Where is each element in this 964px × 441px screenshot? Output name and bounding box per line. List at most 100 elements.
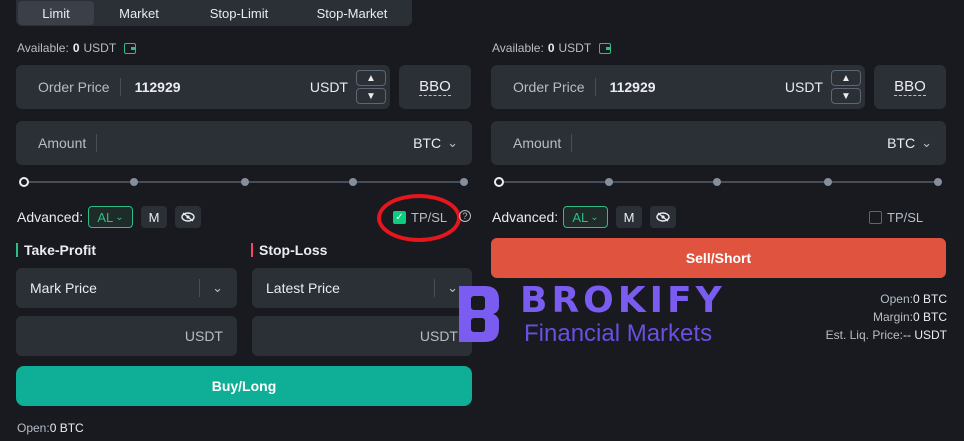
divider	[571, 134, 573, 152]
chevron-down-icon: ⌄	[212, 280, 223, 295]
sl-price-input[interactable]: USDT	[252, 316, 472, 356]
m-label: M	[623, 209, 635, 225]
sell-amount-slider[interactable]	[494, 176, 944, 188]
buy-open-info: Open:0 BTC	[17, 421, 84, 435]
transfer-icon[interactable]	[599, 42, 612, 54]
slider-mark-25[interactable]	[130, 178, 138, 186]
transfer-icon[interactable]	[124, 42, 137, 54]
sell-short-button[interactable]: Sell/Short	[491, 238, 946, 278]
help-icon[interactable]: ?	[459, 210, 471, 222]
increment-button[interactable]: ▲	[356, 70, 386, 86]
sell-liq-info: Est. Liq. Price:-- USDT	[826, 328, 947, 342]
tp-trigger-value: Mark Price	[30, 280, 97, 296]
margin-value: 0 BTC	[912, 310, 947, 324]
sl-trigger-value: Latest Price	[266, 280, 340, 296]
sell-margin-info: Margin:0 BTC	[873, 310, 947, 324]
slider-mark-100[interactable]	[934, 178, 942, 186]
sell-amount-field[interactable]: Amount BTC ⌄	[491, 121, 946, 165]
decrement-button[interactable]: ▼	[356, 88, 386, 104]
buy-bbo-button[interactable]: BBO	[399, 65, 471, 109]
open-label: Open:	[17, 421, 50, 435]
slider-mark-100[interactable]	[460, 178, 468, 186]
tp-trigger-dropdown[interactable]: Mark Price ⌄	[16, 268, 237, 308]
tab-stop-limit[interactable]: Stop-Limit	[184, 1, 294, 25]
order-price-unit: USDT	[784, 79, 823, 95]
available-value: 0	[547, 41, 555, 55]
slider-handle[interactable]	[19, 177, 29, 187]
buy-eye-button[interactable]	[175, 206, 201, 228]
divider	[594, 78, 596, 96]
sell-al-dropdown[interactable]: AL ⌄	[563, 206, 608, 228]
buy-amount-slider[interactable]	[19, 176, 470, 188]
divider	[96, 134, 98, 152]
buy-long-button[interactable]: Buy/Long	[16, 366, 472, 406]
sell-open-info: Open:0 BTC	[880, 292, 947, 306]
buy-advanced-label: Advanced:	[17, 209, 84, 225]
available-unit: USDT	[558, 41, 592, 55]
buy-al-dropdown[interactable]: AL ⌄	[88, 206, 133, 228]
chevron-down-icon[interactable]: ⌄	[921, 135, 932, 151]
order-price-value[interactable]: 112929	[135, 79, 181, 95]
divider	[119, 78, 121, 96]
slider-mark-50[interactable]	[241, 178, 249, 186]
sell-order-price-field[interactable]: Order Price 112929 USDT ▲ ▼	[491, 65, 865, 109]
slider-mark-75[interactable]	[824, 178, 832, 186]
tp-price-input[interactable]: USDT	[16, 316, 237, 356]
liq-value: -- USDT	[903, 328, 947, 342]
slider-mark-75[interactable]	[349, 178, 357, 186]
order-price-value[interactable]: 112929	[610, 79, 656, 95]
al-label: AL	[572, 209, 589, 225]
sell-advanced-label: Advanced:	[492, 209, 559, 225]
buy-m-button[interactable]: M	[141, 206, 167, 228]
bbo-label: BBO	[894, 77, 926, 96]
slider-handle[interactable]	[494, 177, 504, 187]
buy-amount-field[interactable]: Amount BTC ⌄	[16, 121, 472, 165]
sell-bbo-button[interactable]: BBO	[874, 65, 946, 109]
tpsl-checkbox[interactable]	[869, 211, 882, 224]
amount-unit[interactable]: BTC	[887, 135, 915, 151]
sell-tpsl-toggle[interactable]: TP/SL	[869, 210, 923, 225]
price-stepper: ▲ ▼	[831, 70, 861, 104]
sl-unit: USDT	[419, 328, 458, 344]
tp-unit: USDT	[184, 328, 223, 344]
sl-trigger-dropdown[interactable]: Latest Price ⌄	[252, 268, 472, 308]
chevron-down-icon[interactable]: ⌄	[447, 135, 458, 151]
decrement-button[interactable]: ▼	[831, 88, 861, 104]
tpsl-label: TP/SL	[887, 210, 924, 225]
stop-loss-title: Stop-Loss	[251, 243, 327, 257]
amount-label: Amount	[38, 135, 87, 151]
available-value: 0	[72, 41, 80, 55]
price-stepper: ▲ ▼	[356, 70, 386, 104]
order-price-unit: USDT	[309, 79, 348, 95]
order-type-tabs: Limit Market Stop-Limit Stop-Market	[16, 0, 412, 26]
open-value: 0 BTC	[49, 421, 84, 435]
amount-unit[interactable]: BTC	[413, 135, 441, 151]
order-price-label: Order Price	[38, 79, 110, 95]
amount-label: Amount	[513, 135, 562, 151]
available-label: Available:	[492, 41, 544, 55]
take-profit-title: Take-Profit	[16, 243, 96, 257]
sell-m-button[interactable]: M	[616, 206, 642, 228]
tpsl-checkbox[interactable]: ✓	[393, 211, 406, 224]
bbo-label: BBO	[419, 77, 451, 96]
slider-mark-50[interactable]	[713, 178, 721, 186]
sell-eye-button[interactable]	[650, 206, 676, 228]
tab-stop-market[interactable]: Stop-Market	[294, 1, 410, 25]
buy-tpsl-toggle[interactable]: ✓ TP/SL	[393, 210, 447, 225]
eye-icon	[656, 212, 670, 222]
buy-order-price-field[interactable]: Order Price 112929 USDT ▲ ▼	[16, 65, 390, 109]
open-value: 0 BTC	[912, 292, 947, 306]
tpsl-label: TP/SL	[411, 210, 448, 225]
tab-limit[interactable]: Limit	[18, 1, 94, 25]
available-unit: USDT	[83, 41, 117, 55]
chevron-down-icon: ⌄	[590, 211, 599, 223]
watermark-tagline: Financial Markets	[524, 320, 713, 347]
order-price-label: Order Price	[513, 79, 585, 95]
available-label: Available:	[17, 41, 69, 55]
slider-mark-25[interactable]	[605, 178, 613, 186]
increment-button[interactable]: ▲	[831, 70, 861, 86]
tab-market[interactable]: Market	[94, 1, 184, 25]
buy-available: Available: 0 USDT	[17, 41, 137, 55]
m-label: M	[148, 209, 160, 225]
liq-label: Est. Liq. Price:	[825, 328, 903, 342]
